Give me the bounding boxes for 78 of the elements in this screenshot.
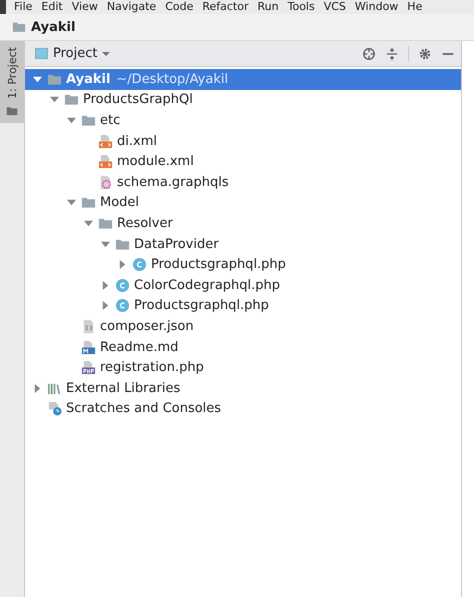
class-icon <box>132 257 147 272</box>
tree-item-label: Readme.md <box>100 340 178 355</box>
tree-item-label: ProductsGraphQl <box>83 92 193 108</box>
scratch-file-icon <box>47 401 62 416</box>
tree-row[interactable]: di.xml <box>25 130 461 152</box>
tree-item-label: Productsgraphql.php <box>151 257 286 272</box>
collapse-arrow-icon[interactable] <box>84 218 92 228</box>
menu-item[interactable]: File <box>14 0 32 14</box>
markdown-file-icon <box>81 340 96 355</box>
menu-item[interactable]: Navigate <box>106 0 156 14</box>
tree-row[interactable]: Readme.md <box>25 336 461 358</box>
expand-arrow-icon[interactable] <box>32 384 42 393</box>
json-file-icon <box>81 318 96 334</box>
tree-row[interactable]: etc <box>25 110 461 131</box>
collapse-arrow-icon[interactable] <box>50 95 58 104</box>
tree-row[interactable]: module.xml <box>25 151 461 172</box>
expand-arrow-icon[interactable] <box>118 260 126 270</box>
menu-item[interactable]: Code <box>165 0 194 14</box>
menu-item[interactable]: VCS <box>324 0 346 14</box>
collapse-arrow-icon[interactable] <box>100 240 110 249</box>
tree-row[interactable]: composer.json <box>25 316 461 337</box>
tree-item-label: di.xml <box>117 134 157 149</box>
tree-row[interactable]: Resolver <box>25 213 461 234</box>
tree-item-label: composer.json <box>100 318 194 334</box>
tree-item-label: Model <box>100 195 140 210</box>
menu-item[interactable]: Refactor <box>202 0 249 14</box>
collapse-arrow-icon[interactable] <box>66 198 76 208</box>
xml-file-icon <box>98 134 113 149</box>
project-tab[interactable]: 1: Project <box>0 41 24 123</box>
tree-item-label: Productsgraphql.php <box>134 298 269 314</box>
class-icon <box>115 278 130 293</box>
collapse-arrow-icon[interactable] <box>32 74 42 84</box>
collapse-arrow-icon[interactable] <box>66 116 76 125</box>
expand-arrow-icon[interactable] <box>100 301 110 310</box>
view-selector[interactable]: Project <box>33 44 112 63</box>
tree-row[interactable]: Model <box>25 192 461 214</box>
folder-icon <box>6 104 18 117</box>
tree-row[interactable]: External Libraries <box>25 378 461 398</box>
tree-row[interactable]: Productsgraphql.php <box>25 296 461 316</box>
folder-path: ~/Desktop/Ayakil <box>116 72 228 87</box>
menu-item[interactable]: He <box>407 0 422 14</box>
menu-item[interactable]: Run <box>258 0 279 14</box>
menu-item[interactable]: Tools <box>288 0 315 14</box>
tree-item-label: schema.graphqls <box>117 174 229 190</box>
tree-row[interactable]: ColorCodegraphql.php <box>25 274 461 296</box>
tree-row[interactable]: Scratches and Consoles <box>25 398 461 420</box>
breadcrumb-item[interactable]: Ayakil <box>31 20 76 34</box>
graphql-file-icon <box>98 174 113 190</box>
tree-row[interactable]: registration.php <box>25 357 461 378</box>
collapse-icon[interactable] <box>385 46 399 60</box>
tree-item-label: Scratches and Consoles <box>66 401 222 416</box>
folder-icon <box>81 195 96 210</box>
menu-item[interactable]: View <box>72 0 98 14</box>
expand-arrow-icon[interactable] <box>100 280 110 290</box>
menu-item[interactable]: Window <box>354 0 398 14</box>
window-icon <box>35 47 48 60</box>
class-icon <box>115 298 130 314</box>
tree-row[interactable]: DataProvider <box>25 234 461 254</box>
tree-item-label: DataProvider <box>134 236 219 252</box>
tree-row[interactable]: ProductsGraphQl <box>25 90 461 110</box>
tree-item-label: registration.php <box>100 360 204 376</box>
tree-item-label: Resolver <box>117 216 173 231</box>
tree-row[interactable]: Ayakil ~/Desktop/Ayakil <box>25 69 461 90</box>
locate-icon[interactable] <box>362 46 376 60</box>
php-file-icon <box>81 360 96 376</box>
tree-item-label: ColorCodegraphql.php <box>134 278 280 293</box>
tree-item-label: module.xml <box>117 154 194 170</box>
folder-icon <box>12 20 26 34</box>
tree-item-label: etc <box>100 112 120 128</box>
settings-icon[interactable] <box>418 46 432 60</box>
xml-file-icon <box>98 154 113 170</box>
tree-item-label: Ayakil <box>66 72 110 87</box>
tree-item-label: External Libraries <box>66 380 180 396</box>
tree-row[interactable]: schema.graphqls <box>25 172 461 193</box>
dropdown-icon <box>102 50 110 56</box>
tree-row[interactable]: Productsgraphql.php <box>25 254 461 275</box>
menu-item[interactable]: Edit <box>41 0 63 14</box>
folder-icon <box>64 92 79 108</box>
